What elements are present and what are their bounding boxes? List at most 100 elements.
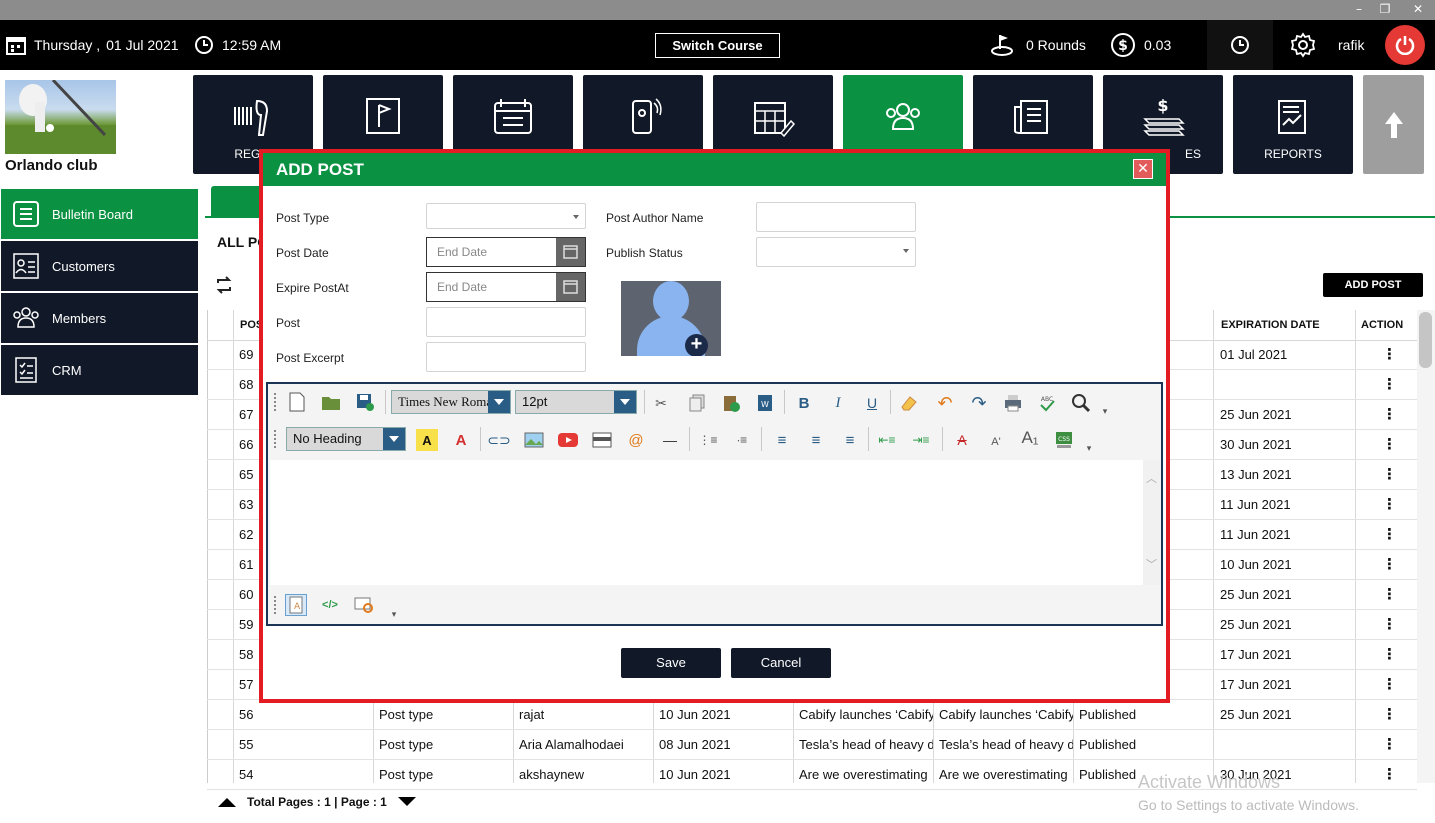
table-scrollbar[interactable] — [1417, 310, 1435, 783]
minimize-button[interactable]: – — [1346, 0, 1372, 20]
editor-content-area[interactable] — [270, 460, 1143, 585]
restore-button[interactable]: ❐ — [1372, 0, 1398, 20]
email-link-icon[interactable]: @ — [625, 429, 647, 451]
expire-date-calendar-button[interactable] — [556, 273, 585, 301]
row-actions-icon[interactable]: ⋮ — [1382, 370, 1397, 400]
horizontal-rule-icon[interactable]: — — [659, 429, 681, 451]
align-center-icon[interactable]: ≡ — [805, 429, 827, 451]
add-photo-icon[interactable]: + — [685, 334, 708, 356]
preview-mode-icon[interactable] — [353, 594, 375, 616]
cut-icon[interactable]: ✂ — [650, 392, 672, 414]
css-icon[interactable]: CSS — [1053, 429, 1075, 451]
bold-icon[interactable]: B — [793, 392, 815, 414]
row-actions-icon[interactable]: ⋮ — [1382, 580, 1397, 610]
scroll-up-button[interactable] — [1363, 75, 1424, 174]
subscript-icon[interactable]: A₁ — [1019, 427, 1041, 449]
bulleted-list-icon[interactable]: ∙≡ — [731, 429, 753, 451]
excerpt-input[interactable] — [426, 342, 586, 372]
page-down-icon[interactable] — [397, 796, 417, 808]
toolbar-overflow-icon[interactable]: ▾ — [1078, 437, 1100, 459]
row-actions-icon[interactable]: ⋮ — [1382, 520, 1397, 550]
sidebar-item-members[interactable]: Members — [1, 293, 198, 343]
eraser-icon[interactable] — [898, 392, 920, 414]
numbered-list-icon[interactable]: ⋮≡ — [697, 429, 719, 451]
toolbar-overflow-icon[interactable]: ▾ — [1094, 400, 1116, 422]
find-icon[interactable] — [1070, 392, 1092, 414]
highlight-color-icon[interactable]: A — [416, 429, 438, 451]
paste-icon[interactable] — [720, 392, 742, 414]
toolbar-grip[interactable] — [274, 393, 277, 411]
strikethrough-icon[interactable]: A — [951, 429, 973, 451]
post-type-select[interactable] — [426, 203, 586, 229]
page-up-icon[interactable] — [217, 796, 237, 808]
user-name[interactable]: rafik — [1338, 20, 1364, 70]
redo-icon[interactable]: ↷ — [968, 392, 990, 414]
table-scroll-thumb[interactable] — [1419, 312, 1432, 368]
table-row[interactable]: 56 Post type rajat 10 Jun 2021 Cabify launch… — [207, 700, 1417, 730]
add-post-button[interactable]: ADD POST — [1323, 273, 1423, 297]
chevron-up-icon[interactable]: ︿ — [1146, 470, 1157, 486]
save-icon[interactable] — [354, 391, 376, 413]
image-icon[interactable] — [523, 429, 545, 451]
dialog-close-button[interactable]: ✕ — [1133, 159, 1153, 179]
row-actions-icon[interactable]: ⋮ — [1382, 430, 1397, 460]
heading-select[interactable]: No Heading — [286, 427, 406, 451]
align-right-icon[interactable]: ≡ — [839, 429, 861, 451]
post-date-calendar-button[interactable] — [556, 238, 585, 266]
indent-icon[interactable]: ⇥≡ — [910, 429, 932, 451]
author-avatar-upload[interactable]: + — [621, 281, 721, 356]
paste-word-icon[interactable]: W — [754, 392, 776, 414]
row-actions-icon[interactable]: ⋮ — [1382, 400, 1397, 430]
row-actions-icon[interactable]: ⋮ — [1382, 670, 1397, 700]
video-icon[interactable] — [557, 429, 579, 451]
row-actions-icon[interactable]: ⋮ — [1382, 760, 1397, 790]
font-family-select[interactable]: Times New Roman — [391, 390, 511, 414]
row-actions-icon[interactable]: ⋮ — [1382, 550, 1397, 580]
design-mode-icon[interactable]: A — [285, 594, 307, 616]
expire-date-field[interactable]: End Date — [426, 272, 586, 302]
row-actions-icon[interactable]: ⋮ — [1382, 640, 1397, 670]
author-input[interactable] — [756, 202, 916, 232]
row-actions-icon[interactable]: ⋮ — [1382, 610, 1397, 640]
html-mode-icon[interactable]: </> — [319, 594, 341, 616]
sidebar-item-customers[interactable]: Customers — [1, 241, 198, 291]
power-button[interactable] — [1385, 25, 1425, 65]
row-actions-icon[interactable]: ⋮ — [1382, 730, 1397, 760]
row-actions-icon[interactable]: ⋮ — [1382, 340, 1397, 370]
publish-status-select[interactable] — [756, 237, 916, 267]
link-icon[interactable]: ⊂⊃ — [487, 429, 510, 451]
font-size-select[interactable]: 12pt — [515, 390, 637, 414]
italic-icon[interactable]: I — [827, 392, 849, 414]
post-date-field[interactable]: End Date — [426, 237, 586, 267]
refresh-button[interactable] — [214, 275, 234, 298]
save-button[interactable]: Save — [621, 648, 721, 678]
column-header-expiration[interactable]: EXPIRATION DATE — [1221, 310, 1320, 340]
align-left-icon[interactable]: ≡ — [771, 429, 793, 451]
open-folder-icon[interactable] — [320, 391, 342, 413]
row-actions-icon[interactable]: ⋮ — [1382, 700, 1397, 730]
undo-icon[interactable]: ↶ — [934, 392, 956, 414]
underline-icon[interactable]: U — [861, 392, 883, 414]
row-actions-icon[interactable]: ⋮ — [1382, 460, 1397, 490]
toolbar-overflow-icon[interactable]: ▾ — [383, 603, 405, 625]
post-input[interactable] — [426, 307, 586, 337]
table-icon[interactable] — [591, 429, 613, 451]
font-color-icon[interactable]: A — [450, 429, 472, 451]
tile-reports[interactable]: REPORTS — [1233, 75, 1353, 174]
row-actions-icon[interactable]: ⋮ — [1382, 490, 1397, 520]
close-window-button[interactable]: ✕ — [1405, 0, 1431, 20]
toolbar-grip[interactable] — [274, 596, 277, 614]
print-icon[interactable] — [1002, 392, 1024, 414]
history-button[interactable] — [1207, 20, 1273, 70]
cancel-button[interactable]: Cancel — [731, 648, 831, 678]
chevron-down-icon[interactable]: ﹀ — [1146, 556, 1157, 572]
settings-button[interactable] — [1290, 20, 1316, 70]
spellcheck-icon[interactable]: ABC — [1036, 392, 1058, 414]
outdent-icon[interactable]: ⇤≡ — [876, 429, 898, 451]
switch-course-button[interactable]: Switch Course — [655, 33, 780, 58]
superscript-icon[interactable]: A' — [985, 431, 1007, 453]
sidebar-item-crm[interactable]: CRM — [1, 345, 198, 395]
toolbar-grip[interactable] — [274, 430, 277, 448]
editor-scrollbar[interactable]: ︿ ﹀ — [1143, 460, 1161, 585]
new-document-icon[interactable] — [286, 391, 308, 413]
